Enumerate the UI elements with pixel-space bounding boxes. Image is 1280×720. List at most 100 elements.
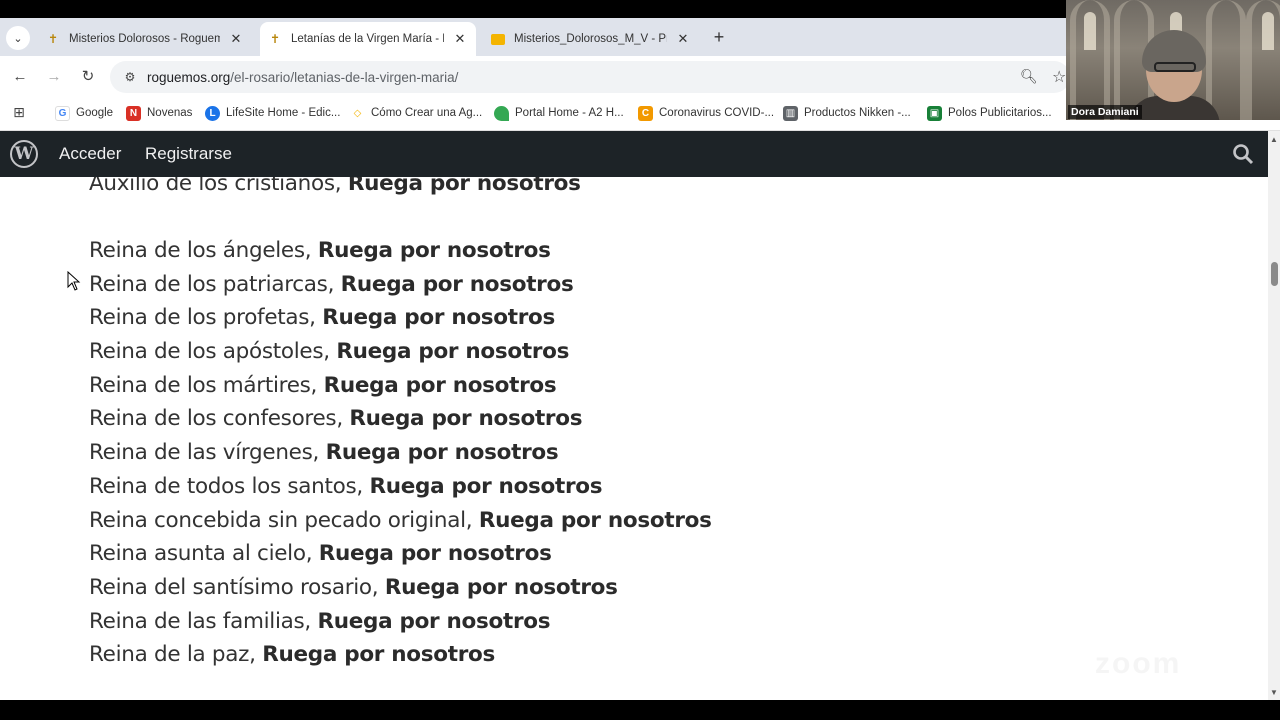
reload-icon[interactable]: ↻ (78, 66, 98, 86)
participant-glasses (1154, 62, 1196, 72)
bookmark-label: Productos Nikken -... (804, 107, 911, 119)
response: Ruega por nosotros (336, 339, 570, 364)
bookmark-novenas[interactable]: N Novenas (126, 103, 192, 123)
bookmark-polos[interactable]: ▣ Polos Publicitarios... (927, 103, 1052, 123)
url-host: roguemos.org (147, 70, 231, 85)
response: Ruega por nosotros (347, 177, 581, 196)
address-bar[interactable]: ⚙ roguemos.org/el-rosario/letanias-de-la… (110, 61, 1070, 93)
tab-letanias[interactable]: ✝ Letanías de la Virgen María - Roguemos… (260, 22, 476, 56)
new-tab-button[interactable]: + (708, 26, 730, 48)
bookmark-nikken[interactable]: ▥ Productos Nikken -... (783, 103, 911, 123)
bookmark-crear-agencia[interactable]: ◇ Cómo Crear una Ag... (350, 103, 483, 123)
login-link[interactable]: Acceder (59, 144, 121, 164)
wordpress-admin-bar: W Acceder Registrarse (0, 131, 1268, 177)
screen-bottom-edge (0, 700, 1280, 720)
litany-line: Reina de los confesores, Ruega por nosot… (89, 406, 583, 431)
bookmark-portal-a2[interactable]: Portal Home - A2 H... (494, 103, 624, 123)
bookmark-label: Cómo Crear una Ag... (371, 107, 483, 119)
litany-line: Reina concebida sin pecado original, Rue… (89, 508, 712, 533)
litany-line: Reina de todos los santos, Ruega por nos… (89, 474, 603, 499)
forward-arrow-icon[interactable]: → (44, 66, 64, 86)
page-content: Auxilio de los cristianos, Ruega por nos… (0, 177, 1268, 700)
page-scrollbar[interactable]: ▲ ▼ (1268, 131, 1280, 700)
response: Ruega por nosotros (340, 272, 574, 297)
response: Ruega por nosotros (349, 406, 583, 431)
invocation: Reina de los apóstoles, (89, 339, 330, 364)
invocation: Reina de los mártires, (89, 373, 318, 398)
novenas-icon: N (126, 105, 141, 121)
bookmark-google[interactable]: G Google (55, 103, 113, 123)
store-icon: ▥ (783, 105, 798, 121)
bookmark-lifesite[interactable]: L LifeSite Home - Edic... (205, 103, 340, 123)
rosary-icon: ✝ (269, 32, 281, 46)
litany-line: Reina de las vírgenes, Ruega por nosotro… (89, 440, 559, 465)
litany-line: Reina de los profetas, Ruega por nosotro… (89, 305, 555, 330)
litany-line: Auxilio de los cristianos, Ruega por nos… (89, 177, 581, 196)
response: Ruega por nosotros (317, 238, 551, 263)
scroll-up-icon[interactable]: ▲ (1268, 133, 1280, 145)
close-icon[interactable]: ✕ (228, 31, 244, 47)
site-settings-icon[interactable]: ⚙ (122, 69, 138, 85)
tab-presentaciones[interactable]: Misterios_Dolorosos_M_V - Presentaciones… (483, 22, 699, 56)
response: Ruega por nosotros (318, 541, 552, 566)
church-window (1084, 12, 1096, 50)
bookmark-label: Polos Publicitarios... (948, 107, 1052, 119)
invocation: Reina de los patriarcas, (89, 272, 335, 297)
litany-line: Reina del santísimo rosario, Ruega por n… (89, 575, 618, 600)
scrollbar-thumb[interactable] (1271, 262, 1278, 286)
litany-line: Reina de los apóstoles, Ruega por nosotr… (89, 339, 569, 364)
zoom-participant-video: Dora Damiani (1066, 0, 1280, 120)
lifesite-icon: L (205, 105, 220, 121)
tab-misterios-dolorosos[interactable]: ✝ Misterios Dolorosos - Roguemos ✕ (38, 22, 252, 56)
diamond-icon: ◇ (353, 107, 362, 119)
register-link[interactable]: Registrarse (145, 144, 232, 164)
litany-line: Reina de las familias, Ruega por nosotro… (89, 609, 551, 634)
zoom-icon[interactable]: 🔍︎ (1020, 68, 1038, 85)
invocation: Reina de las familias, (89, 609, 311, 634)
invocation: Reina de la paz, (89, 642, 256, 667)
scroll-down-icon[interactable]: ▼ (1268, 686, 1280, 698)
tab-title: Misterios Dolorosos - Roguemos (69, 33, 220, 45)
url-path: /el-rosario/letanias-de-la-virgen-maria/ (230, 70, 459, 85)
invocation: Reina asunta al cielo, (89, 541, 313, 566)
bookmark-label: Portal Home - A2 H... (515, 107, 624, 119)
search-icon[interactable] (1232, 143, 1254, 171)
response: Ruega por nosotros (369, 474, 603, 499)
zoom-watermark: zoom (1095, 647, 1182, 680)
mouse-cursor-icon (67, 271, 81, 291)
tab-search-chevron-icon[interactable]: ⌄ (6, 26, 30, 50)
wordpress-logo-icon[interactable]: W (10, 140, 38, 168)
litany-line: Reina de la paz, Ruega por nosotros (89, 642, 495, 667)
slides-icon (491, 32, 505, 46)
invocation: Reina de todos los santos, (89, 474, 363, 499)
rosary-icon: ✝ (47, 32, 59, 46)
bookmark-star-icon[interactable]: ☆ (1052, 67, 1066, 87)
a2-icon (494, 105, 509, 121)
polo-icon: ▣ (927, 105, 942, 121)
close-icon[interactable]: ✕ (452, 31, 468, 47)
tab-title: Letanías de la Virgen María - Roguemos (291, 33, 444, 45)
back-arrow-icon[interactable]: ← (10, 66, 30, 86)
participant-name: Dora Damiani (1068, 105, 1142, 119)
response: Ruega por nosotros (478, 508, 712, 533)
bookmark-label: LifeSite Home - Edic... (226, 107, 341, 119)
response: Ruega por nosotros (262, 642, 495, 667)
response: Ruega por nosotros (322, 305, 556, 330)
covid-icon: C (638, 105, 653, 121)
response: Ruega por nosotros (317, 609, 551, 634)
invocation: Reina concebida sin pecado original, (89, 508, 473, 533)
bookmark-label: Google (76, 107, 114, 119)
invocation: Reina de los confesores, (89, 406, 343, 431)
bookmark-coronavirus[interactable]: C Coronavirus COVID-... (638, 103, 774, 123)
response: Ruega por nosotros (384, 575, 618, 600)
bookmark-label: Coronavirus COVID-... (659, 107, 775, 119)
litany-line: Reina de los ángeles, Ruega por nosotros (89, 238, 551, 263)
invocation: Reina de las vírgenes, (89, 440, 320, 465)
bookmark-label: Novenas (147, 107, 193, 119)
tab-bar: ⌄ ✝ Misterios Dolorosos - Roguemos ✕ ✝ L… (0, 18, 1066, 56)
church-arch (1206, 0, 1246, 120)
apps-grid-icon[interactable]: ⊞ (11, 104, 27, 120)
url-text[interactable]: roguemos.org/el-rosario/letanias-de-la-v… (147, 70, 458, 85)
close-icon[interactable]: ✕ (675, 31, 691, 47)
invocation: Reina de los ángeles, (89, 238, 312, 263)
